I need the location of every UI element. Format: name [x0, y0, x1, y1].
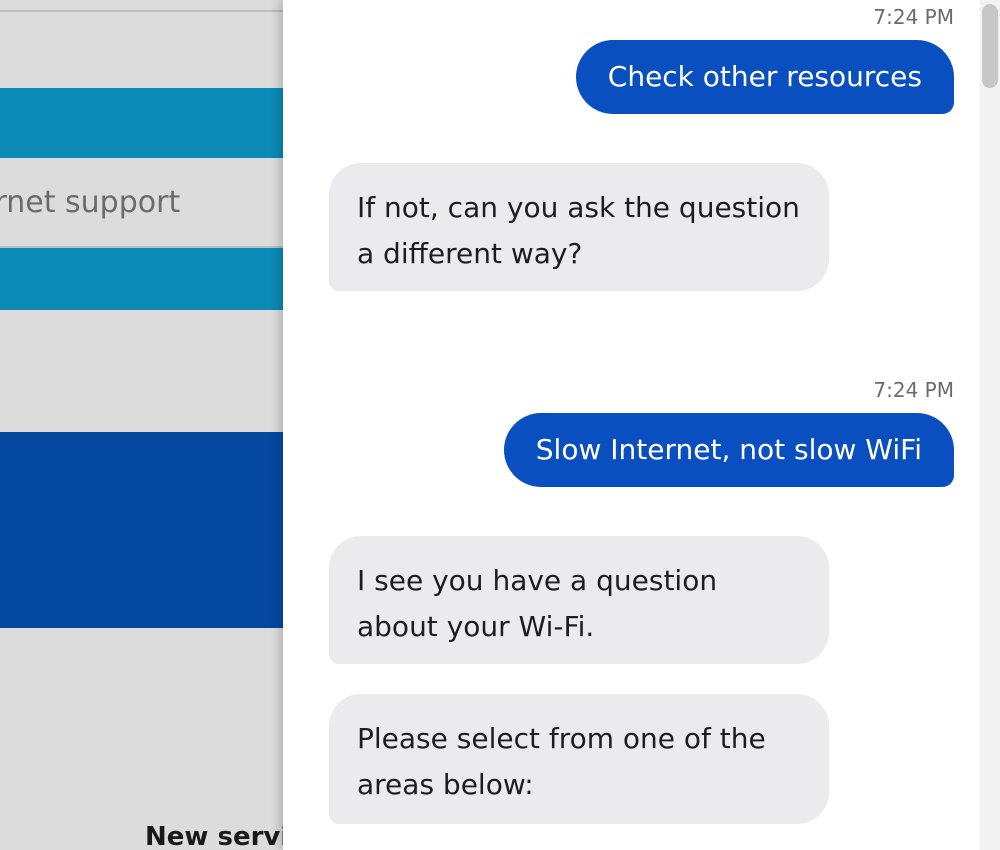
background-banner-bottom	[0, 248, 300, 310]
page: ernet support New servic 7:24 PM Check o…	[0, 0, 1000, 850]
background-search-text: ernet support	[0, 185, 181, 220]
background-page: ernet support New servic	[0, 0, 305, 850]
agent-message-bubble: I see you have a question about your Wi-…	[329, 536, 829, 664]
background-footer-heading: New servic	[145, 822, 305, 850]
chat-panel: 7:24 PM Check other resources If not, ca…	[283, 0, 1000, 850]
user-message-bubble: Slow Internet, not slow WiFi	[503, 413, 954, 487]
background-banner-top	[0, 88, 300, 160]
background-promo-block	[0, 432, 300, 628]
message-timestamp: 7:24 PM	[873, 5, 954, 29]
agent-message-bubble: Please select from one of the areas belo…	[329, 694, 829, 824]
message-timestamp: 7:24 PM	[873, 378, 954, 402]
user-message-bubble: Check other resources	[575, 40, 954, 114]
agent-message-bubble: If not, can you ask the question a diffe…	[329, 163, 829, 291]
chat-scrollbar[interactable]	[980, 0, 1000, 850]
background-divider	[0, 10, 300, 12]
chat-scrollbar-thumb[interactable]	[982, 4, 998, 88]
